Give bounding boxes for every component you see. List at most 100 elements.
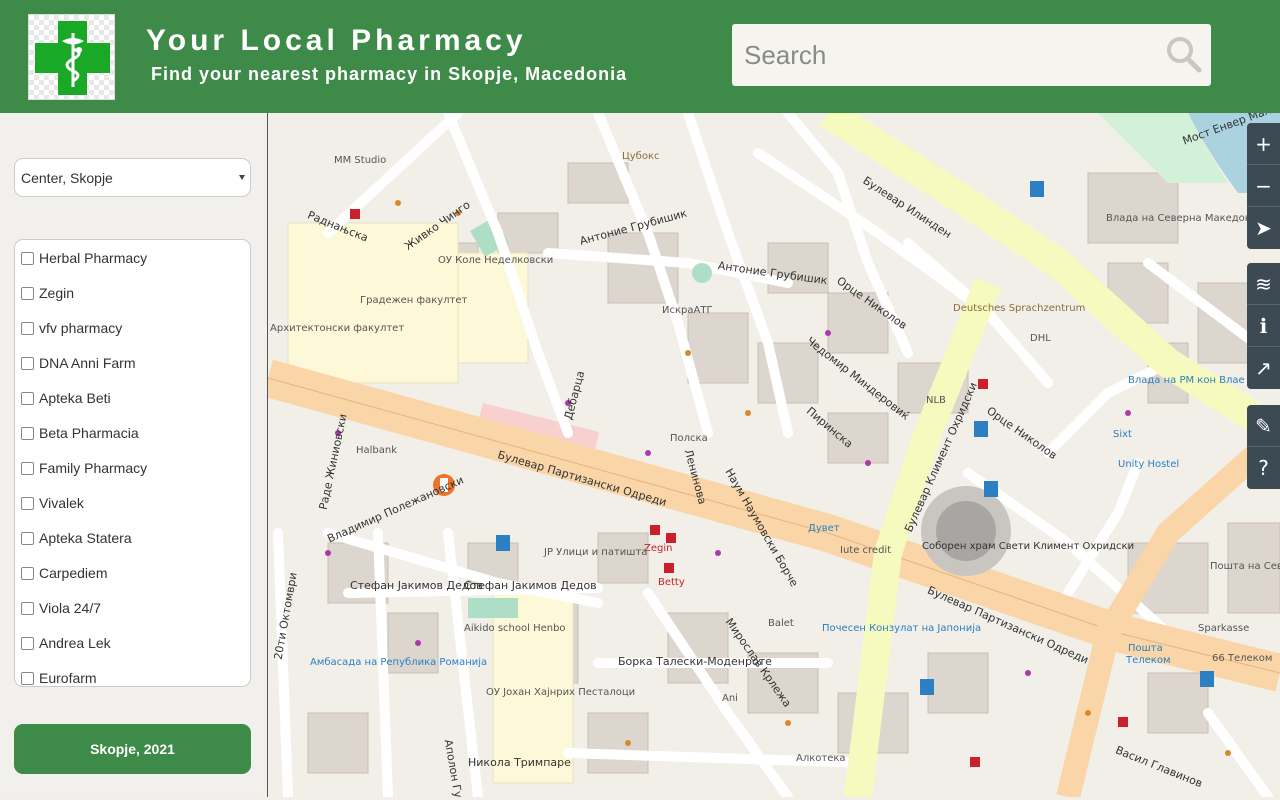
poi-label: Balet — [768, 618, 794, 629]
pharmacy-label: Viola 24/7 — [39, 600, 102, 616]
list-item[interactable]: Eurofarm — [21, 668, 97, 686]
checkbox[interactable] — [21, 566, 34, 580]
poi-label: Deutsches Sprachzentrum — [953, 303, 1086, 314]
poi-label: Sparkasse — [1198, 623, 1250, 634]
map-tools-2: ✎ ? — [1247, 405, 1280, 489]
sidebar: Center, Skopje Herbal Pharmacy Zegin vfv… — [0, 113, 268, 797]
pharmacy-label: Andrea Lek — [39, 635, 111, 651]
checkbox[interactable] — [21, 426, 34, 440]
checkbox[interactable] — [21, 391, 34, 405]
list-item[interactable]: Vivalek — [21, 493, 84, 513]
poi-label: Собoрен храм Свети Климент Охридски — [922, 541, 1135, 552]
poi-label: NLB — [926, 395, 946, 406]
checkbox[interactable] — [21, 671, 34, 685]
checkbox[interactable] — [21, 601, 34, 615]
location-select[interactable]: Center, Skopje — [14, 158, 251, 197]
poi-label: Амбасада на Република Романија — [310, 657, 488, 668]
pharmacy-label: Eurofarm — [39, 670, 97, 686]
list-item[interactable]: Beta Pharmacia — [21, 423, 139, 443]
map-view[interactable]: Булевар Партизански Одреди Булевар Парти… — [268, 113, 1280, 797]
street-label: Стефан Јакимов Дедов — [350, 579, 483, 592]
poi-label: Дувет — [808, 523, 840, 534]
chevron-down-icon — [239, 175, 245, 180]
app-subtitle: Find your nearest pharmacy in Skopje, Ma… — [151, 64, 628, 84]
list-item[interactable]: Herbal Pharmacy — [21, 248, 147, 268]
checkbox[interactable] — [21, 286, 34, 300]
pharmacy-cross-logo — [28, 14, 115, 100]
poi-label: Влада на Северна Македонија — [1106, 213, 1267, 224]
poi-label: DHL — [1030, 333, 1051, 344]
app-title: Your Local Pharmacy — [146, 24, 527, 57]
poi-label: Zegin — [644, 543, 673, 554]
poi-label: ОУ Јохан Хајнрих Песталоци — [486, 687, 636, 698]
search-icon[interactable] — [1166, 36, 1202, 78]
list-item[interactable]: Family Pharmacy — [21, 458, 147, 478]
list-item[interactable]: Apteka Beti — [21, 388, 111, 408]
checkbox[interactable] — [21, 356, 34, 370]
poi-label: Градежен факултет — [360, 295, 468, 306]
poi-label: Алкотека — [796, 753, 846, 764]
poi-label: Полска — [670, 433, 708, 444]
street-label: Стефан Јакимов Дедов — [464, 579, 597, 592]
pharmacy-label: Vivalek — [39, 495, 84, 511]
poi-label: Sixt — [1113, 429, 1132, 440]
zoom-in-icon[interactable]: + — [1247, 123, 1280, 165]
checkbox[interactable] — [21, 251, 34, 265]
location-select-value: Center, Skopje — [21, 170, 113, 186]
list-item[interactable]: Viola 24/7 — [21, 598, 101, 618]
poi-label: Архитектонски факултет — [270, 323, 405, 334]
list-item[interactable]: Zegin — [21, 283, 74, 303]
pharmacy-label: Apteka Beti — [39, 390, 111, 406]
street-label: Никола Тримпаре — [468, 756, 571, 769]
search-bar — [732, 24, 1211, 86]
list-item[interactable]: Carpediem — [21, 563, 107, 583]
pharmacy-list: Herbal Pharmacy Zegin vfv pharmacy DNA A… — [14, 239, 251, 687]
search-input[interactable] — [732, 24, 1152, 86]
poi-label: Пошта на Северна Македонија - Скопје 100… — [1210, 561, 1280, 572]
checkbox[interactable] — [21, 531, 34, 545]
poi-label: Влада на РМ кон Влае — [1128, 375, 1245, 386]
zoom-out-icon[interactable]: − — [1247, 165, 1280, 207]
checkbox[interactable] — [21, 496, 34, 510]
footer-button[interactable]: Skopje, 2021 — [14, 724, 251, 774]
pharmacy-label: Beta Pharmacia — [39, 425, 139, 441]
checkbox[interactable] — [21, 321, 34, 335]
poi-label: Почесен Конзулат на Јапонија — [822, 623, 982, 634]
poi-label: Пошта — [1128, 643, 1163, 654]
poi-label: Halbank — [356, 445, 398, 456]
pharmacy-label: DNA Anni Farm — [39, 355, 136, 371]
note-icon[interactable]: ✎ — [1247, 405, 1280, 447]
pharmacy-label: Family Pharmacy — [39, 460, 148, 476]
list-item[interactable]: DNA Anni Farm — [21, 353, 135, 373]
checkbox[interactable] — [21, 636, 34, 650]
locate-icon[interactable]: ➤ — [1247, 207, 1280, 249]
header: Your Local Pharmacy Find your nearest ph… — [0, 0, 1280, 113]
poi-label: Aikido school Henbo — [464, 623, 566, 634]
poi-label: JP Улици и патишта — [544, 547, 648, 558]
pharmacy-label: Apteka Statera — [39, 530, 132, 546]
layers-icon[interactable]: ≋ — [1247, 263, 1280, 305]
poi-label: MM Studio — [334, 155, 387, 166]
poi-label: Betty — [658, 577, 685, 588]
poi-label: Iute credit — [840, 545, 892, 556]
poi-label: ОУ Коле Неделковски — [438, 255, 554, 266]
map-tools: ≋ ℹ ↗ — [1247, 263, 1280, 389]
pharmacy-label: vfv pharmacy — [39, 320, 123, 336]
share-icon[interactable]: ↗ — [1247, 347, 1280, 389]
list-item[interactable]: vfv pharmacy — [21, 318, 122, 338]
poi-label: ИскраАТГ — [662, 305, 713, 316]
poi-label: Телеком — [1126, 655, 1171, 666]
checkbox[interactable] — [21, 461, 34, 475]
info-icon[interactable]: ℹ — [1247, 305, 1280, 347]
zoom-controls: + − ➤ — [1247, 123, 1280, 249]
pharmacy-label: Zegin — [39, 285, 75, 301]
pharmacy-label: Carpediem — [39, 565, 108, 581]
list-item[interactable]: Apteka Statera — [21, 528, 132, 548]
poi-label: 66 Телеком — [1212, 653, 1273, 664]
query-icon[interactable]: ? — [1247, 447, 1280, 489]
pharmacy-label: Herbal Pharmacy — [39, 250, 148, 266]
poi-label: Unity Hostel — [1118, 459, 1180, 470]
poi-label: Цубокс — [622, 151, 660, 162]
list-item[interactable]: Andrea Lek — [21, 633, 111, 653]
poi-label: Ani — [722, 693, 738, 704]
